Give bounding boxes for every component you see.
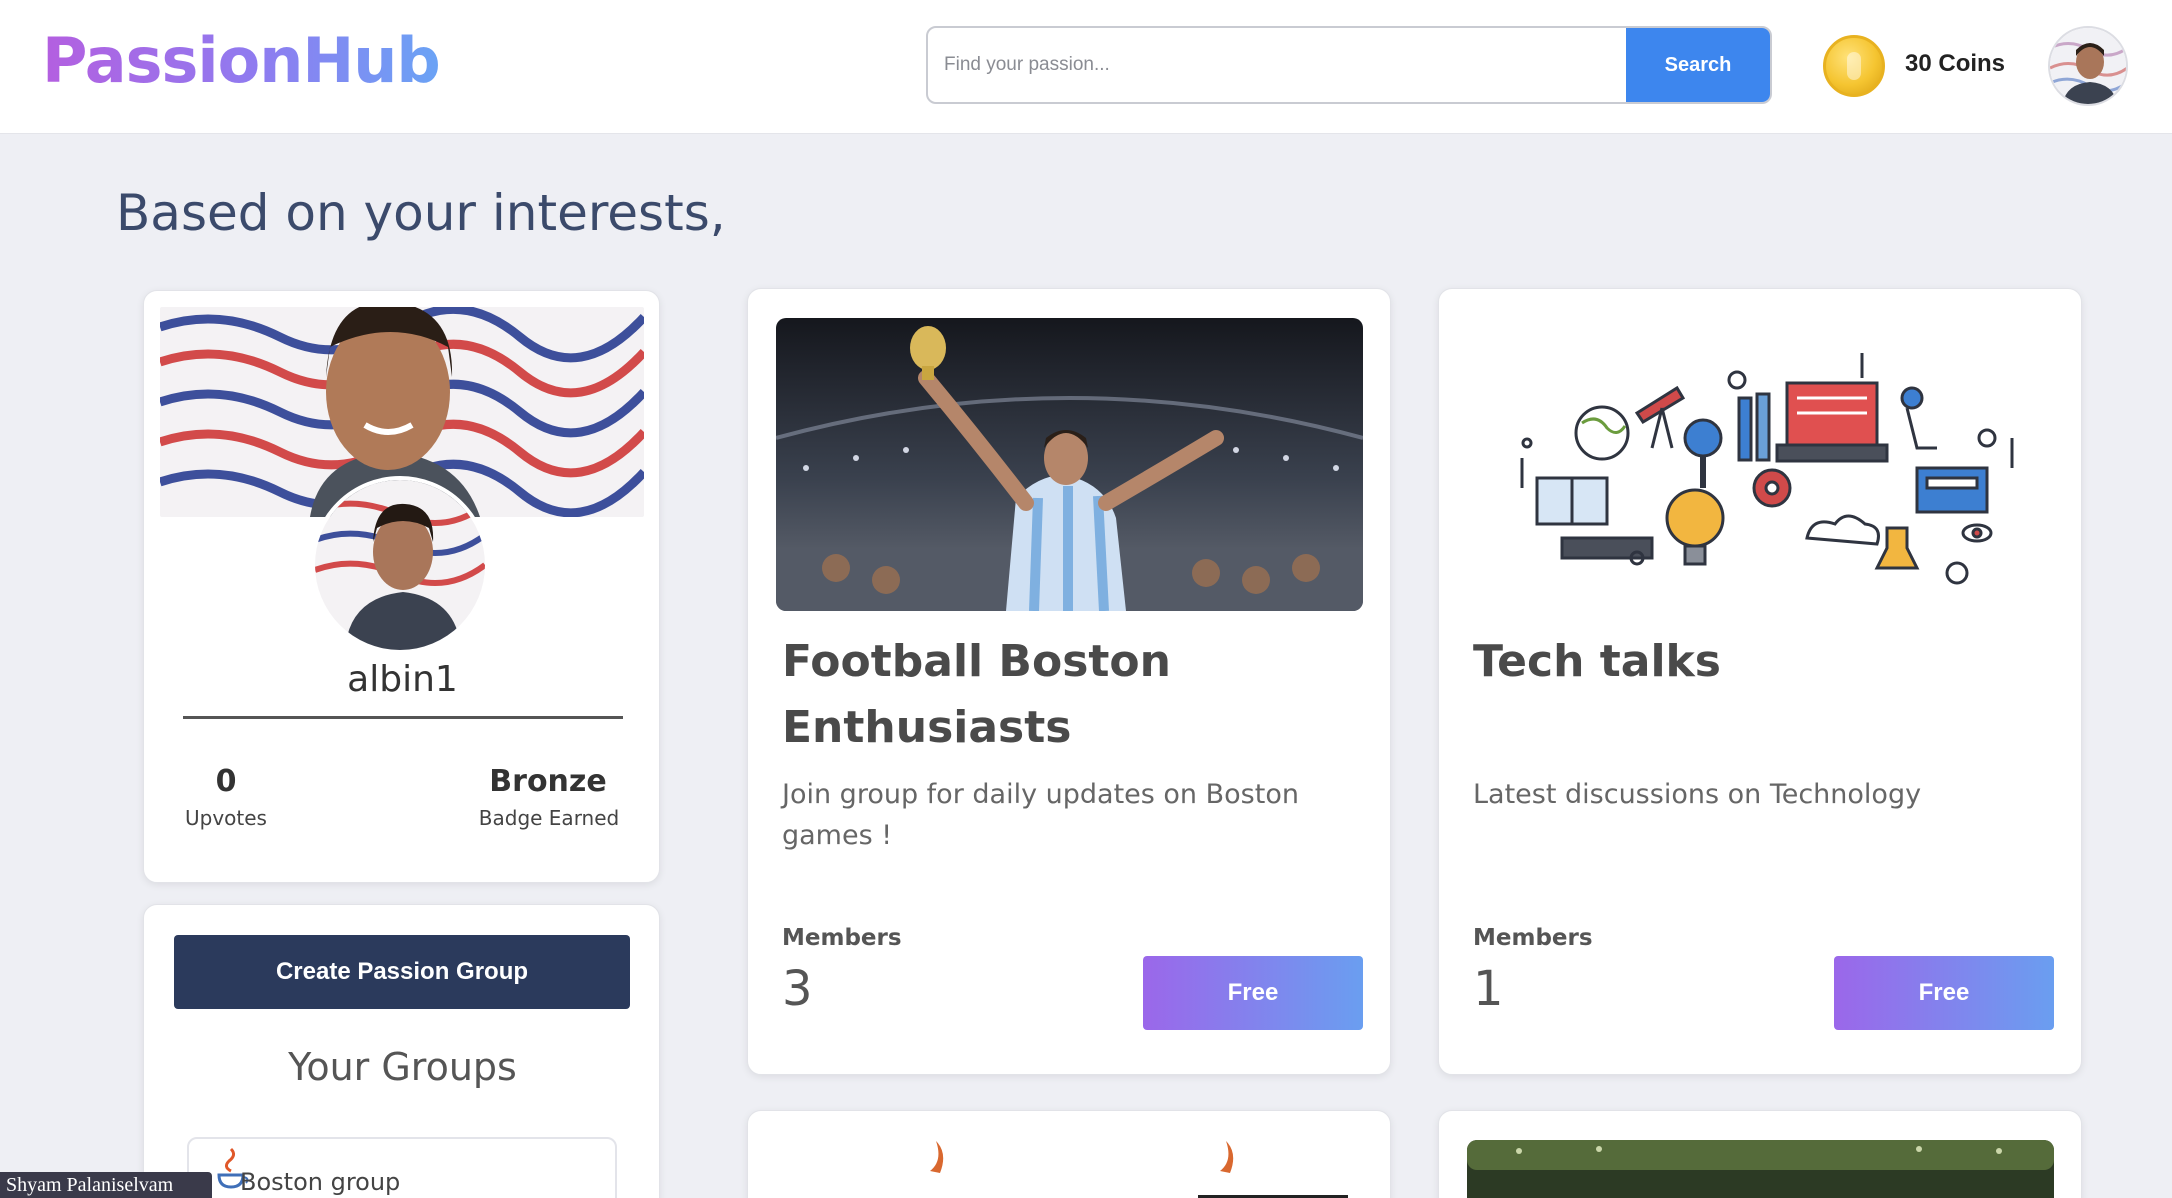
gold-coin-icon (1823, 35, 1885, 97)
stadium-image-partial (1467, 1140, 2054, 1198)
members-count: 1 (1473, 961, 1504, 1017)
user-avatar[interactable] (2048, 26, 2128, 106)
group-description: Join group for daily updates on Boston g… (782, 779, 1299, 851)
profile-card: albin1 0 Upvotes Bronze Badge Earned (143, 290, 660, 883)
coins-balance: 30 Coins (1905, 50, 2006, 77)
members-count: 3 (782, 961, 813, 1017)
group-name[interactable]: Boston group (240, 1168, 400, 1196)
profile-avatar[interactable] (311, 476, 489, 654)
profile-username: albin1 (347, 659, 458, 700)
join-free-button[interactable]: Free (1834, 956, 2054, 1030)
group-title: Football Boston Enthusiasts (782, 636, 1171, 753)
profile-divider (183, 716, 623, 719)
technology-doodle-image (1467, 318, 2054, 611)
group-description: Latest discussions on Technology (1473, 779, 1922, 810)
search-button[interactable]: Search (1626, 28, 1770, 102)
badge-label: Badge Earned (478, 806, 620, 830)
group-card-image-partial (930, 1141, 1348, 1198)
create-passion-group-button[interactable]: Create Passion Group (174, 935, 630, 1009)
your-groups-card: Create Passion Group Your Groups (143, 904, 660, 1198)
app-logo[interactable]: PassionHub (42, 24, 441, 97)
football-celebration-image (776, 318, 1363, 611)
passion-group-card[interactable]: Football Boston Enthusiasts Join group f… (747, 288, 1391, 1075)
passion-group-card[interactable]: Tech talks Latest discussions on Technol… (1438, 288, 2082, 1075)
group-title: Tech talks (1473, 636, 1721, 687)
presenter-name-tag: Shyam Palaniselvam (0, 1172, 212, 1198)
search-input[interactable] (928, 28, 1628, 102)
search-bar: Search (926, 26, 1772, 104)
upvotes-label: Upvotes (185, 806, 267, 830)
upvotes-value: 0 (215, 764, 237, 799)
badge-value: Bronze (489, 764, 607, 799)
your-groups-title: Your Groups (288, 1045, 517, 1089)
passion-group-card-partial[interactable] (747, 1110, 1391, 1198)
section-title: Based on your interests, (116, 184, 726, 242)
top-navigation-bar: PassionHub Search 30 Coins (0, 0, 2172, 134)
members-label: Members (782, 925, 902, 951)
join-free-button[interactable]: Free (1143, 956, 1363, 1030)
members-label: Members (1473, 925, 1593, 951)
passion-group-card-partial[interactable] (1438, 1110, 2082, 1198)
